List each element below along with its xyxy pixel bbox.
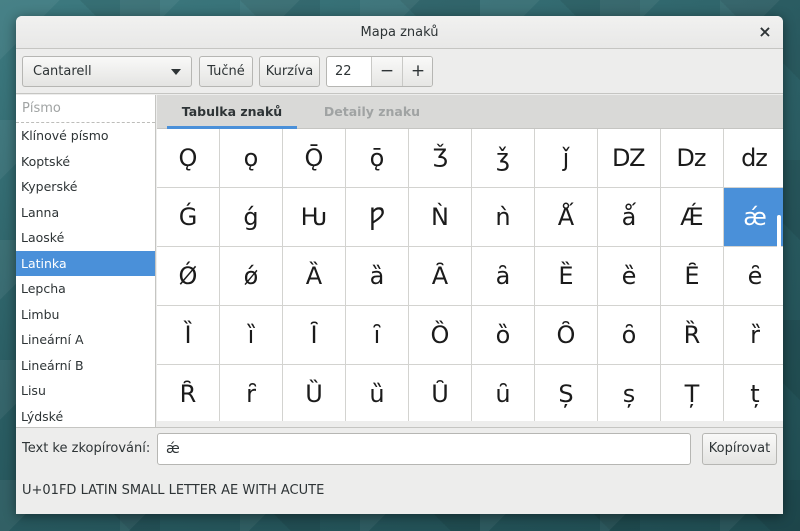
script-search-field[interactable]: Písmo: [16, 95, 155, 123]
charmap-window: Mapa znaků × Cantarell Tučné Kurzíva 22 …: [16, 16, 783, 514]
char-cell[interactable]: ǳ: [724, 129, 783, 188]
copy-label: Text ke zkopírování:: [22, 441, 151, 456]
copy-row: Text ke zkopírování: ǽ Kopírovat: [16, 427, 783, 475]
char-cell[interactable]: ȁ: [346, 247, 409, 306]
char-cell[interactable]: ǫ: [220, 129, 283, 188]
char-cell[interactable]: ȓ: [220, 365, 283, 421]
font-size-value[interactable]: 22: [335, 57, 352, 86]
char-cell[interactable]: Ǫ: [157, 129, 220, 188]
sidebar-item[interactable]: Lepcha: [16, 276, 155, 302]
char-cell[interactable]: Ȅ: [535, 247, 598, 306]
script-sidebar: Písmo Klínové písmo Koptské Kyperské Lanna L…: [16, 95, 156, 427]
char-cell[interactable]: Ȍ: [409, 306, 472, 365]
char-cell[interactable]: Ț: [661, 365, 724, 421]
char-cell[interactable]: ȃ: [472, 247, 535, 306]
char-cell[interactable]: Ȉ: [157, 306, 220, 365]
char-cell[interactable]: Ș: [535, 365, 598, 421]
toolbar: Cantarell Tučné Kurzíva 22 − +: [16, 50, 783, 94]
copy-text-input[interactable]: ǽ: [157, 433, 691, 465]
char-cell[interactable]: Ȗ: [409, 365, 472, 421]
char-cell[interactable]: ț: [724, 365, 783, 421]
char-cell[interactable]: ǽ: [724, 188, 783, 247]
sidebar-item[interactable]: Lanna: [16, 200, 155, 226]
char-cell[interactable]: Ǿ: [157, 247, 220, 306]
char-cell[interactable]: Ǯ: [409, 129, 472, 188]
char-cell[interactable]: Ȃ: [409, 247, 472, 306]
close-icon[interactable]: ×: [757, 24, 773, 40]
char-cell[interactable]: Ƿ: [346, 188, 409, 247]
increase-size-button[interactable]: +: [402, 57, 432, 86]
sidebar-item[interactable]: Limbu: [16, 302, 155, 328]
char-cell[interactable]: Ȁ: [283, 247, 346, 306]
char-cell[interactable]: Ƕ: [283, 188, 346, 247]
char-cell[interactable]: Ǹ: [409, 188, 472, 247]
sidebar-item[interactable]: Laoské: [16, 225, 155, 251]
sidebar-item[interactable]: Klínové písmo: [16, 123, 155, 149]
char-cell[interactable]: Ȇ: [661, 247, 724, 306]
font-family-combo[interactable]: Cantarell: [22, 56, 192, 87]
char-cell[interactable]: ǹ: [472, 188, 535, 247]
char-cell[interactable]: ǯ: [472, 129, 535, 188]
script-list: Klínové písmo Koptské Kyperské Lanna Laoské L…: [16, 123, 155, 427]
char-cell[interactable]: Ǵ: [157, 188, 220, 247]
tab-bar: Tabulka znaků Detaily znaku: [157, 95, 783, 129]
char-cell[interactable]: ǵ: [220, 188, 283, 247]
sidebar-item[interactable]: Lineární A: [16, 327, 155, 353]
window-title: Mapa znaků: [360, 25, 439, 40]
char-cell[interactable]: ȏ: [598, 306, 661, 365]
sidebar-item[interactable]: Lineární B: [16, 353, 155, 379]
copy-button[interactable]: Kopírovat: [702, 433, 777, 465]
char-cell[interactable]: ǲ: [661, 129, 724, 188]
char-cell[interactable]: Ȕ: [283, 365, 346, 421]
char-cell[interactable]: ȑ: [724, 306, 783, 365]
char-cell[interactable]: Ǳ: [598, 129, 661, 188]
char-cell[interactable]: ȉ: [220, 306, 283, 365]
char-cell[interactable]: ǭ: [346, 129, 409, 188]
titlebar[interactable]: Mapa znaků ×: [16, 16, 783, 49]
character-grid: țȚșȘȗȖȕȔȓȒȑȐȏȎȍȌȋȊȉȈȇȆȅȄȃȂȁȀǿǾǽǼǻǺǹǸǷǶǵǴ…: [157, 129, 783, 421]
char-cell[interactable]: ȗ: [472, 365, 535, 421]
char-cell[interactable]: Ǻ: [535, 188, 598, 247]
italic-button[interactable]: Kurzíva: [259, 56, 320, 87]
sidebar-item[interactable]: Koptské: [16, 149, 155, 175]
char-cell[interactable]: ș: [598, 365, 661, 421]
bold-button[interactable]: Tučné: [199, 56, 253, 87]
sidebar-item[interactable]: Lisu: [16, 378, 155, 404]
char-cell[interactable]: ȕ: [346, 365, 409, 421]
sidebar-item[interactable]: Kyperské: [16, 174, 155, 200]
sidebar-item[interactable]: Lýdské: [16, 404, 155, 428]
char-cell[interactable]: ǰ: [535, 129, 598, 188]
char-cell[interactable]: ȅ: [598, 247, 661, 306]
char-cell[interactable]: Ȋ: [283, 306, 346, 365]
char-cell[interactable]: ȇ: [724, 247, 783, 306]
char-cell[interactable]: ȍ: [472, 306, 535, 365]
char-cell[interactable]: ǿ: [220, 247, 283, 306]
tab-character-details[interactable]: Detaily znaku: [307, 95, 437, 129]
tab-character-table[interactable]: Tabulka znaků: [167, 95, 297, 129]
char-cell[interactable]: ǻ: [598, 188, 661, 247]
char-cell[interactable]: Ȑ: [661, 306, 724, 365]
grid-scrollbar[interactable]: [777, 215, 781, 249]
char-cell[interactable]: Ȓ: [157, 365, 220, 421]
char-cell[interactable]: Ǽ: [661, 188, 724, 247]
font-family-value: Cantarell: [33, 64, 92, 79]
char-cell[interactable]: ȋ: [346, 306, 409, 365]
decrease-size-button[interactable]: −: [371, 57, 402, 86]
char-cell[interactable]: Ǭ: [283, 129, 346, 188]
font-size-spinner[interactable]: 22 − +: [326, 56, 433, 87]
chevron-down-icon: [171, 69, 181, 75]
char-cell[interactable]: Ȏ: [535, 306, 598, 365]
status-bar: U+01FD LATIN SMALL LETTER AE WITH ACUTE: [22, 483, 325, 498]
sidebar-item[interactable]: Latinka: [16, 250, 155, 276]
